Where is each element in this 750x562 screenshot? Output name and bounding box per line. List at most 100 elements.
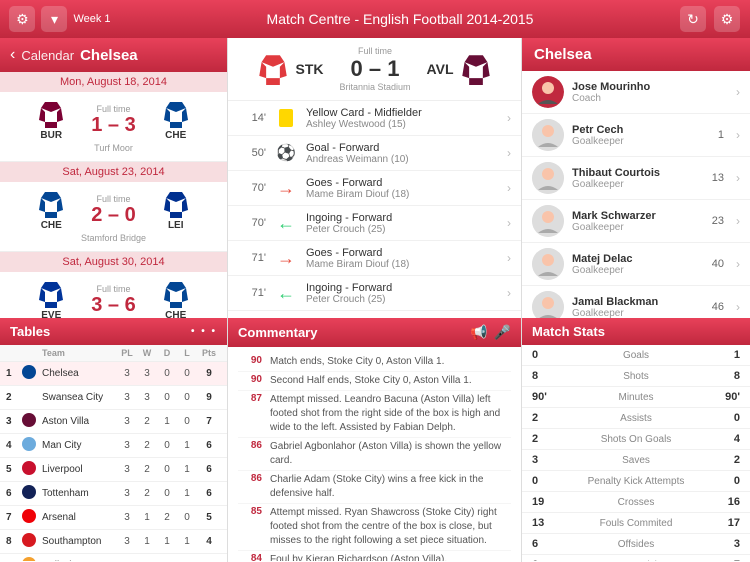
home-team-2: CHE bbox=[21, 190, 81, 231]
commentary-row: 85 Attempt missed. Ryan Shawcross (Stoke… bbox=[238, 504, 511, 551]
table-row[interactable]: 3 Aston Villa 3 2 1 0 7 bbox=[0, 410, 227, 434]
away-code-2: LEI bbox=[168, 220, 184, 231]
left-panel-header: ‹ Calendar Chelsea bbox=[0, 38, 227, 72]
match-card-2[interactable]: CHE Full time 2 – 0 LEI Stamford Bridge bbox=[0, 182, 227, 252]
tables-header: Tables • • • bbox=[0, 318, 227, 345]
player-row[interactable]: Jamal Blackman Goalkeeper 46 › bbox=[522, 286, 750, 318]
player-row[interactable]: Thibaut Courtois Goalkeeper 13 › bbox=[522, 157, 750, 200]
table-row[interactable]: 5 Liverpool 3 2 0 1 6 bbox=[0, 458, 227, 482]
event-row: 50' ⚽ Goal - Forward Andreas Weimann (10… bbox=[228, 136, 521, 171]
stat-row: 13 Fouls Commited 17 bbox=[522, 513, 750, 534]
table-row[interactable]: 2 Swansea City 3 3 0 0 9 bbox=[0, 386, 227, 410]
home-match-team: STK bbox=[257, 53, 323, 85]
away-code-3: CHE bbox=[165, 310, 186, 318]
away-match-team: AVL bbox=[427, 53, 492, 85]
main-layout: ‹ Calendar Chelsea Mon, August 18, 2014 … bbox=[0, 38, 750, 318]
chevron-right-icon: › bbox=[736, 171, 740, 185]
arrow-in-icon: ← bbox=[274, 281, 298, 305]
match-card-1[interactable]: BUR Full time 1 – 3 CHE Turf Moor bbox=[0, 92, 227, 162]
mic-icon: 🎤 bbox=[494, 324, 511, 341]
commentary-row: 86 Charlie Adam (Stoke City) wins a free… bbox=[238, 471, 511, 504]
score-2: 2 – 0 bbox=[91, 204, 135, 227]
event-row: 71' → Goes - Forward Mame Biram Diouf (1… bbox=[228, 241, 521, 276]
player-row[interactable]: Mark Schwarzer Goalkeeper 23 › bbox=[522, 200, 750, 243]
player-avatar bbox=[532, 162, 564, 194]
bottom-layout: Tables • • • Team PL W D L Pts 1 Chelsea… bbox=[0, 318, 750, 562]
home-code-1: BUR bbox=[40, 130, 62, 141]
right-panel: Chelsea Jose Mourinho Coach › Petr Cech … bbox=[522, 38, 750, 318]
stat-row: 2 Shots On Goals 4 bbox=[522, 429, 750, 450]
filter-icon[interactable]: ⚙ bbox=[9, 6, 35, 32]
match-date-1: Mon, August 18, 2014 bbox=[0, 72, 227, 92]
home-code-2: CHE bbox=[41, 220, 62, 231]
player-avatar bbox=[532, 205, 564, 237]
tables-rows: 1 Chelsea 3 3 0 0 9 2 Swansea City 3 3 0… bbox=[0, 362, 227, 561]
player-avatar bbox=[532, 119, 564, 151]
top-actions: ↻ ⚙ bbox=[680, 6, 750, 32]
commentary-row: 90 Match ends, Stoke City 0, Aston Villa… bbox=[238, 353, 511, 372]
commentary-rows: 90 Match ends, Stoke City 0, Aston Villa… bbox=[238, 353, 511, 561]
score-1: 1 – 3 bbox=[91, 114, 135, 137]
match-card-3[interactable]: EVE Full time 3 – 6 CHE Goodison Park bbox=[0, 272, 227, 318]
home-team-1: BUR bbox=[21, 100, 81, 141]
left-team-name: Chelsea bbox=[80, 47, 138, 64]
chevron-right-icon: › bbox=[507, 146, 511, 160]
chevron-right-icon: › bbox=[736, 300, 740, 314]
refresh-icon[interactable]: ↻ bbox=[680, 6, 706, 32]
table-row[interactable]: 4 Man City 3 2 0 1 6 bbox=[0, 434, 227, 458]
stat-row: 6 Offsides 3 bbox=[522, 534, 750, 555]
events-list: 14' Yellow Card - Midfielder Ashley West… bbox=[228, 101, 521, 318]
chevron-right-icon: › bbox=[736, 128, 740, 142]
week-label: Week 1 bbox=[73, 13, 110, 25]
commentary-panel: Commentary 📢 🎤 90 Match ends, Stoke City… bbox=[228, 318, 522, 562]
stat-row: 19 Crosses 16 bbox=[522, 492, 750, 513]
top-bar: ⚙ ▾ Week 1 Match Centre - English Footba… bbox=[0, 0, 750, 38]
chevron-down-icon[interactable]: ▾ bbox=[41, 6, 67, 32]
stat-row: 2 Assists 0 bbox=[522, 408, 750, 429]
megaphone-icon: 📢 bbox=[470, 324, 487, 341]
tables-content: Team PL W D L Pts 1 Chelsea 3 3 0 0 9 2 … bbox=[0, 345, 227, 561]
player-avatar bbox=[532, 248, 564, 280]
table-row[interactable]: 9 Hull City 3 1 1 1 4 bbox=[0, 554, 227, 561]
chevron-right-icon: › bbox=[736, 85, 740, 99]
commentary-content[interactable]: 90 Match ends, Stoke City 0, Aston Villa… bbox=[228, 347, 521, 561]
match-away-code: AVL bbox=[427, 61, 454, 77]
chevron-right-icon: › bbox=[736, 214, 740, 228]
stat-row: 3 Saves 2 bbox=[522, 450, 750, 471]
stat-row: 0 Goals 1 bbox=[522, 345, 750, 366]
table-row[interactable]: 8 Southampton 3 1 1 1 4 bbox=[0, 530, 227, 554]
chevron-right-icon: › bbox=[507, 181, 511, 195]
chevron-right-icon: › bbox=[507, 216, 511, 230]
commentary-row: 86 Gabriel Agbonlahor (Aston Villa) is s… bbox=[238, 438, 511, 471]
settings-icon[interactable]: ⚙ bbox=[714, 6, 740, 32]
player-avatar bbox=[532, 76, 564, 108]
player-row[interactable]: Petr Cech Goalkeeper 1 › bbox=[522, 114, 750, 157]
table-row[interactable]: 6 Tottenham 3 2 0 1 6 bbox=[0, 482, 227, 506]
away-code-1: CHE bbox=[165, 130, 186, 141]
stats-content: 0 Goals 1 8 Shots 8 90' Minutes 90' 2 As… bbox=[522, 345, 750, 561]
chevron-right-icon: › bbox=[507, 286, 511, 300]
event-row: 71' ← Ingoing - Forward Peter Crouch (25… bbox=[228, 276, 521, 311]
away-team-1: CHE bbox=[146, 100, 206, 141]
center-panel: STK Full time 0 – 1 Britannia Stadium AV… bbox=[228, 38, 522, 318]
match-date-3: Sat, August 30, 2014 bbox=[0, 252, 227, 272]
venue-2: Stamford Bridge bbox=[81, 233, 146, 243]
table-row[interactable]: 1 Chelsea 3 3 0 0 9 bbox=[0, 362, 227, 386]
player-row[interactable]: Jose Mourinho Coach › bbox=[522, 71, 750, 114]
match-venue: Britannia Stadium bbox=[339, 82, 410, 92]
tables-panel: Tables • • • Team PL W D L Pts 1 Chelsea… bbox=[0, 318, 228, 562]
chevron-right-icon: › bbox=[736, 257, 740, 271]
score-3: 3 – 6 bbox=[91, 294, 135, 317]
player-avatar bbox=[532, 291, 564, 318]
week-section: ⚙ ▾ Week 1 bbox=[0, 6, 120, 32]
table-row[interactable]: 7 Arsenal 3 1 2 0 5 bbox=[0, 506, 227, 530]
dots-icon: • • • bbox=[191, 326, 217, 337]
back-icon[interactable]: ‹ bbox=[10, 46, 15, 64]
event-row: 70' → Goes - Forward Mame Biram Diouf (1… bbox=[228, 171, 521, 206]
home-team-3: EVE bbox=[21, 280, 81, 318]
player-row[interactable]: Matej Delac Goalkeeper 40 › bbox=[522, 243, 750, 286]
commentary-row: 87 Attempt missed. Leandro Bacuna (Aston… bbox=[238, 391, 511, 438]
away-team-2: LEI bbox=[146, 190, 206, 231]
venue-1: Turf Moor bbox=[94, 143, 133, 153]
stat-row: 90' Minutes 90' bbox=[522, 387, 750, 408]
